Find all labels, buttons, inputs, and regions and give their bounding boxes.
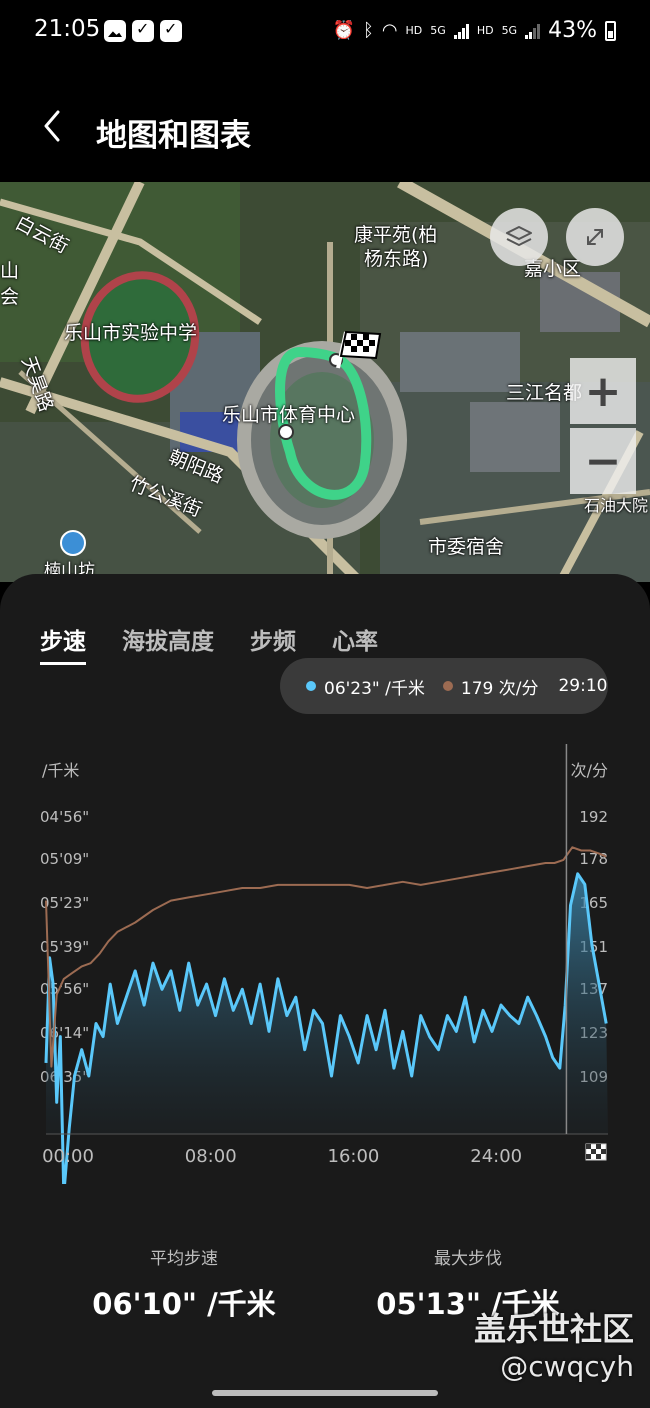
zoom-in-button[interactable]: + [570, 358, 636, 424]
notification-icons [104, 19, 182, 42]
battery-percent: 43% [548, 18, 597, 43]
expand-map-button[interactable] [566, 208, 624, 266]
cadence-dot [442, 681, 453, 691]
y-left-tick-label: 05'23" [40, 894, 89, 912]
check-icon [132, 19, 154, 42]
back-button[interactable] [36, 108, 72, 144]
zoom-out-button[interactable]: − [570, 428, 636, 494]
poi-school-icon [60, 530, 86, 556]
map-label: 乐山市体育中心 [222, 404, 356, 426]
flag-square [586, 1144, 591, 1149]
x-tick-label: 08:00 [185, 1146, 237, 1167]
flag-square [586, 1154, 591, 1159]
stat-label: 最大步伐 [434, 1249, 502, 1269]
y-right-tick-label: 192 [579, 808, 608, 826]
tooltip-time: 29:10 [558, 676, 608, 696]
tab-cadence[interactable]: 步频 [250, 622, 296, 665]
map-label: 康平苑(柏 [354, 224, 438, 246]
chevron-left-icon [44, 110, 60, 142]
chart-sheet: 步速 海拔高度 步频 心率 06'23" /千米 179 次/分 29:10 /… [0, 574, 650, 1408]
status-time: 21:05 [34, 16, 101, 42]
wifi-icon: ◠ [381, 20, 398, 41]
finish-flag-icon [336, 330, 382, 369]
check-icon [160, 19, 182, 42]
network-type-2: 5G [430, 24, 446, 37]
layers-icon [506, 226, 532, 246]
x-tick-label: 16:00 [328, 1146, 380, 1167]
x-tick-label: 24:00 [470, 1146, 522, 1167]
layers-button[interactable] [490, 208, 548, 266]
flag-square [591, 1149, 596, 1154]
left-axis-unit: /千米 [42, 761, 79, 780]
x-tick-label: 00:00 [42, 1146, 94, 1167]
stat-label: 平均步速 [150, 1249, 218, 1269]
map-label: 山 [0, 260, 20, 282]
signal-icon [453, 23, 469, 39]
map-label: 杨东路) [364, 248, 429, 270]
status-bar: 21:05 ⏰ ᛒ ◠ HD 5G HD 5G 43% [0, 0, 650, 64]
watermark-site: 盖乐世社区 [473, 1310, 634, 1348]
right-axis-unit: 次/分 [571, 761, 608, 780]
system-icons: ⏰ ᛒ ◠ HD 5G HD 5G 43% [333, 18, 616, 43]
flag-square [601, 1149, 606, 1154]
expand-icon [587, 229, 603, 245]
battery-icon [605, 20, 616, 41]
pace-cadence-chart[interactable]: /千米 次/分04'56"05'09"05'23"05'39"05'56"06'1… [0, 744, 650, 1184]
header: 地图和图表 [0, 64, 650, 182]
map-label: 乐山市实验中学 [64, 322, 198, 344]
tab-altitude[interactable]: 海拔高度 [122, 622, 214, 665]
page-title: 地图和图表 [96, 118, 251, 154]
y-left-tick-label: 04'56" [40, 808, 89, 826]
y-left-tick-label: 05'09" [40, 850, 89, 868]
chart-tooltip: 06'23" /千米 179 次/分 29:10 [280, 658, 608, 714]
pace-dot [306, 681, 316, 691]
pace-area [46, 873, 608, 1184]
finish-flag-icon [585, 1143, 607, 1161]
flag-square [596, 1144, 601, 1149]
map-label: 石油大院 [584, 496, 649, 515]
route-map[interactable]: 白云街 山 会 乐山市实验中学 天昊路 康平苑(柏 杨东路) 嘉小区 三江名都 … [0, 182, 650, 582]
map-label: 市委宿舍 [428, 536, 505, 558]
stat-value: 06'10" /千米 [92, 1287, 276, 1321]
gallery-icon [104, 20, 126, 42]
network-type-3: HD [476, 24, 494, 37]
home-indicator[interactable] [212, 1390, 438, 1396]
network-type-4: 5G [501, 24, 518, 37]
watermark-user: @cwqcyh [500, 1350, 634, 1383]
flag-square [596, 1154, 601, 1159]
map-label: 会 [0, 286, 20, 308]
signal-icon [525, 23, 541, 39]
tooltip-cadence: 179 次/分 [460, 678, 539, 699]
alarm-icon: ⏰ [332, 20, 355, 41]
tab-pace[interactable]: 步速 [40, 622, 86, 665]
tooltip-pace: 06'23" /千米 [324, 678, 425, 699]
network-type-1: HD [405, 24, 423, 37]
bluetooth-icon: ᛒ [363, 20, 374, 41]
avg-pace-stat: 平均步速 06'10" /千米 [54, 1244, 314, 1323]
